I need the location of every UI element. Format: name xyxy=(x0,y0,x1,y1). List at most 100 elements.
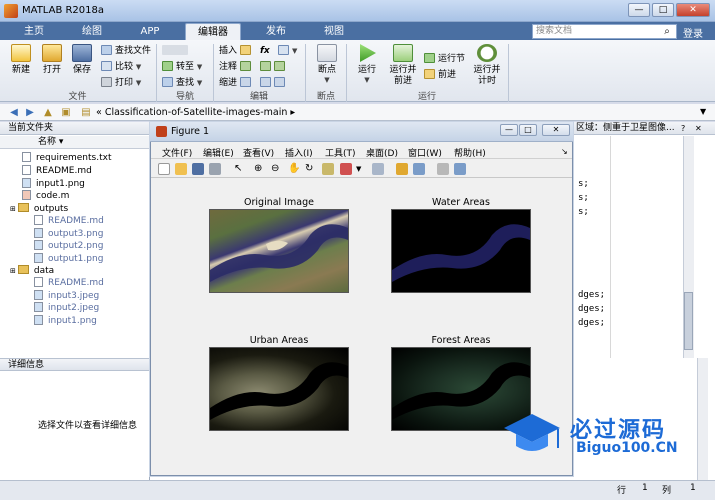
save-button[interactable]: 保存 xyxy=(67,44,97,76)
tab-editor[interactable]: 编辑器 xyxy=(185,23,241,40)
run-button[interactable]: 运行 ▼ xyxy=(352,44,382,84)
expand-icon[interactable]: ⊞ xyxy=(10,205,16,213)
find-button[interactable]: 查找 ▼ xyxy=(162,77,202,90)
watermark-text-en: Biguo100.CN xyxy=(576,440,678,456)
folder-item[interactable]: ⊞ data xyxy=(10,265,54,277)
figure-minimize-button[interactable]: — xyxy=(500,124,518,136)
open-file-icon[interactable] xyxy=(175,163,187,175)
menu-file[interactable]: 文件(F) xyxy=(162,146,192,159)
login-link[interactable]: 登录 xyxy=(683,25,703,40)
list-item[interactable]: README.md xyxy=(34,277,104,289)
dock-icon[interactable]: ↘ xyxy=(561,147,568,156)
forward-arrow-icon[interactable]: ▶ xyxy=(24,107,36,118)
rotate-icon[interactable]: ↻ xyxy=(305,163,317,175)
zoom-in-icon[interactable]: ⊕ xyxy=(254,163,266,175)
figure-close-button[interactable]: ✕ xyxy=(542,124,570,136)
new-button[interactable]: 新建 xyxy=(6,44,36,76)
command-scrollbar[interactable] xyxy=(697,358,708,480)
tab-plots[interactable]: 绘图 xyxy=(70,23,114,40)
comment-icon xyxy=(239,61,251,71)
nav-back-button[interactable] xyxy=(162,45,191,58)
menu-insert[interactable]: 插入(I) xyxy=(285,146,313,159)
list-item[interactable]: requirements.txt xyxy=(22,152,111,164)
print-figure-icon[interactable] xyxy=(209,163,221,175)
insert-more-button[interactable]: ▼ xyxy=(278,45,297,58)
path-dropdown-icon[interactable]: ▼ xyxy=(700,107,706,116)
row-label: 行 xyxy=(617,486,627,496)
indent-button[interactable]: 缩进 xyxy=(219,77,254,90)
legend-icon[interactable] xyxy=(413,163,425,175)
tab-publish[interactable]: 发布 xyxy=(254,23,298,40)
list-item[interactable]: README.md xyxy=(22,165,92,177)
pan-icon[interactable]: ✋ xyxy=(288,163,300,175)
list-item[interactable]: output2.png xyxy=(34,240,103,252)
advance-button[interactable]: 前进 xyxy=(424,69,456,82)
close-button[interactable]: ✕ xyxy=(676,3,710,17)
show-plot-tools-icon[interactable] xyxy=(454,163,466,175)
colorbar-icon[interactable] xyxy=(396,163,408,175)
editor-tab[interactable]: 区域：侧重于卫星图像... xyxy=(572,122,715,135)
folder-item[interactable]: ⊞ outputs xyxy=(10,203,68,215)
run-section-button[interactable]: 运行节 xyxy=(424,53,465,66)
data-cursor-icon[interactable] xyxy=(322,163,334,175)
list-item[interactable]: README.md xyxy=(34,215,104,227)
maximize-button[interactable]: □ xyxy=(652,3,674,17)
details-message: 选择文件以查看详细信息 xyxy=(38,421,138,431)
compare-button[interactable]: 比较 ▼ xyxy=(101,61,141,74)
comment-toggle-button[interactable] xyxy=(260,61,288,74)
editor-scroll-thumb[interactable] xyxy=(684,292,693,350)
insert-icon xyxy=(239,45,251,55)
print-button[interactable]: 打印 ▼ xyxy=(101,77,141,90)
back-arrow-icon[interactable]: ◀ xyxy=(8,107,20,118)
figure-maximize-button[interactable]: □ xyxy=(519,124,537,136)
list-item[interactable]: input3.jpeg xyxy=(34,290,99,302)
fx-button[interactable]: fx xyxy=(260,45,270,58)
run-advance-button[interactable]: 运行并 前进 xyxy=(386,44,420,87)
hide-plot-tools-icon[interactable] xyxy=(437,163,449,175)
zoom-out-icon[interactable]: ⊖ xyxy=(271,163,283,175)
search-input[interactable]: 搜索文档 xyxy=(532,24,677,39)
list-item[interactable]: code.m xyxy=(22,190,69,202)
insert-button[interactable]: 插入 xyxy=(219,45,254,58)
search-icon[interactable]: ⌕ xyxy=(659,25,675,38)
breakpoints-button[interactable]: 断点 ▼ xyxy=(312,44,342,84)
menu-view[interactable]: 查看(V) xyxy=(243,146,274,159)
menu-edit[interactable]: 编辑(E) xyxy=(203,146,234,159)
name-column-header[interactable]: 名称 ▾ xyxy=(0,136,150,149)
edit-group-label: 编辑 xyxy=(249,92,268,102)
list-item[interactable]: input2.jpeg xyxy=(34,302,99,314)
comment-button[interactable]: 注释 xyxy=(219,61,254,74)
menu-desktop[interactable]: 桌面(D) xyxy=(366,146,398,159)
menu-window[interactable]: 窗口(W) xyxy=(408,146,442,159)
minimize-button[interactable]: — xyxy=(628,3,650,17)
close-icon[interactable]: ✕ xyxy=(695,124,702,133)
brush-dropdown-icon[interactable]: ▼ xyxy=(356,165,361,173)
list-item[interactable]: output3.png xyxy=(34,228,103,240)
menu-help[interactable]: 帮助(H) xyxy=(454,146,486,159)
new-figure-icon[interactable] xyxy=(158,163,170,175)
brush-icon[interactable] xyxy=(340,163,352,175)
tab-view[interactable]: 视图 xyxy=(312,23,356,40)
menu-tools[interactable]: 工具(T) xyxy=(325,146,356,159)
chevron-down-icon: ▼ xyxy=(135,63,142,71)
help-icon[interactable]: ? xyxy=(681,124,685,133)
tab-home[interactable]: 主页 xyxy=(14,23,54,40)
indent-more-button[interactable] xyxy=(260,77,288,90)
up-folder-icon[interactable]: ▲ xyxy=(42,107,54,118)
run-time-button[interactable]: 运行并 计时 xyxy=(470,44,504,87)
link-plot-icon[interactable] xyxy=(372,163,384,175)
open-button[interactable]: 打开 xyxy=(37,44,67,76)
list-item[interactable]: input1.png xyxy=(22,178,85,190)
save-figure-icon[interactable] xyxy=(192,163,204,175)
browse-folder-icon[interactable]: ▣ xyxy=(60,107,72,118)
goto-button[interactable]: 转至 ▼ xyxy=(162,61,202,74)
list-item[interactable]: output1.png xyxy=(34,253,103,265)
find-files-button[interactable]: 查找文件 xyxy=(101,45,151,58)
col-value: 1 xyxy=(690,483,696,493)
file-icon xyxy=(34,215,43,225)
current-path[interactable]: « Classification-of-Satellite-images-mai… xyxy=(96,107,295,118)
tab-apps[interactable]: APP xyxy=(128,23,172,40)
pointer-icon[interactable]: ↖ xyxy=(234,163,246,175)
list-item[interactable]: input1.png xyxy=(34,315,97,327)
expand-icon[interactable]: ⊞ xyxy=(10,267,16,275)
